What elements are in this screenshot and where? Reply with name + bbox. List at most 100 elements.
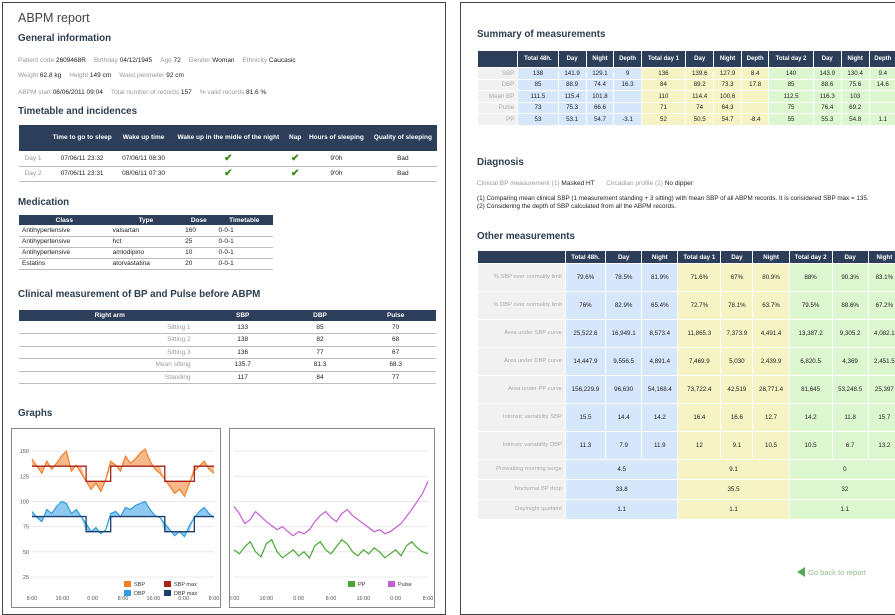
summary-header: Total day 2 [768,50,814,68]
summary-row: PP 53 53.1 54.7 -3.1 52 50.5 54.7 -8.4 55 55.3 54.8… [476,113,895,126]
info-value: Woman [212,57,235,64]
right-report-panel: Summary of measurements Total 48h. Day Nig… [460,2,895,615]
summary-cell: 110 [640,90,687,103]
summary-cell: 141.9 [557,67,587,80]
bp-chart-svg: 1501251007550258:00 16:00 0:00 8:00 16:00 0:0… [20,448,219,602]
medication-cell: 0-0-1 [215,258,273,270]
other-merged-cell: 4.5 [564,459,679,480]
summary-cell: 17.8 [741,78,770,91]
legend-label: SBP max [174,582,197,588]
other-cell: 67% [720,263,754,292]
other-header: Night [752,250,790,264]
other-cell: 2,451.5 [867,347,895,376]
other-row-label: Area under SBP curve [477,319,566,348]
legend-label: DBP max [174,591,197,597]
back-to-report-button[interactable]: Go back to report [797,565,895,579]
timetable-header: Hours of sleeping [304,125,369,151]
sleep-time: 07/06/11 23:31 [47,166,117,182]
summary-cell: 130.4 [840,67,870,80]
summary-cell: 112.5 [768,90,814,103]
other-cell: 13,387.2 [788,319,833,348]
wake-time: 07/06/11 08:30 [116,151,171,167]
diagnosis-notes: (1) Comparing mean clinical SBP (1 measu… [477,195,872,210]
summary-cell: -3.1 [613,113,642,126]
clinical-cell: 133 [200,321,285,334]
summary-row: Mean BP 111.5 115.4 101.8 110 114.4 100.6 112.5… [476,90,895,103]
summary-cell: 54.8 [840,113,870,126]
legend-swatch [124,590,131,596]
general-info-row-1: Patient code 2609468R Birthday 04/12/1945… [18,57,296,64]
sleep-quality: Bad [368,151,437,167]
legend-swatch [388,581,395,587]
other-cell: 80.9% [752,263,790,292]
timetable-heading: Timetable and incidences [18,106,138,117]
info-label: Gender [188,57,213,64]
series-line [32,465,214,482]
medication-cell: Antihypertensive [19,247,110,259]
other-header: Day [605,250,643,264]
info-value: 149 cm [89,72,112,79]
other-cell: 13.2 [867,431,895,460]
summary-cell: 116.3 [812,90,842,103]
other-cell: 72.7% [677,291,722,320]
x-tick-label: 8:00 [423,596,434,602]
hours-sleeping: 9'0h [304,166,369,182]
summary-cell: 73.3 [713,78,743,91]
hours-sleeping: 9'0h [304,151,369,167]
info-label: Patient code [18,57,56,64]
summary-cell: 53.1 [557,113,587,126]
other-cell: 4,491.4 [752,319,790,348]
summary-cell: 115.4 [557,90,587,103]
clinical-header: DBP [284,310,356,321]
other-measurements-heading: Other measurements [477,231,576,242]
circadian-value: No dipper [664,180,693,187]
info-value: 157 [180,89,192,96]
other-row-label: % SBP over normality limit [477,263,566,292]
info-label: Age [160,57,174,64]
info-value: 72 [173,57,181,64]
summary-cell: 9.4 [868,67,895,80]
clinical-cell: 68.3 [355,358,436,372]
info-label: Ethnicity [242,57,269,64]
other-cell: 14.2 [788,403,833,432]
other-cell: 25,522.6 [564,319,607,348]
clinical-header: Pulse [355,310,436,321]
clinical-cell: 82 [284,333,356,347]
clinical-bp-value: Masked HT [561,180,595,187]
summary-cell: 16.3 [613,78,642,91]
medication-cell: 20 [182,258,216,270]
x-tick-label: 16:00 [356,596,370,602]
clinical-cell: 138 [200,333,285,347]
series-line [233,538,429,559]
summary-header: Total day 1 [640,50,687,68]
summary-row-label: Mean BP [476,90,519,103]
clinical-cell: 70 [355,321,436,334]
other-cell: 73,722.4 [677,375,722,404]
medication-cell: 0-0-1 [215,236,273,248]
clinical-row-label: Sitting 2 [19,333,201,347]
x-tick-label: 8:00 [27,596,38,602]
summary-cell [741,90,770,103]
info-label: Height [69,72,90,79]
summary-cell [613,101,642,114]
other-cell: 16.6 [720,403,754,432]
pulse-chart: 8:00 16:00 0:00 8:00 16:00 0:00 8:00 PP Pulse [229,428,435,608]
clinical-cell: 117 [200,371,285,384]
other-cell: 67.2% [867,291,895,320]
summary-cell: 143.9 [812,67,842,80]
summary-header: Day [685,50,715,68]
info-value: 04/12/1945 [119,57,153,64]
other-cell: 63.7% [752,291,790,320]
summary-cell: 73 [517,101,559,114]
diagnosis-note-1: (1) Comparing mean clinical SBP (1 measu… [477,195,869,202]
other-header: Total day 2 [788,250,833,264]
info-value: 62.8 kg [39,72,62,79]
other-cell: 82.9% [605,291,643,320]
other-cell: 10.5 [752,431,790,460]
clinical-cell: 67 [355,346,436,359]
other-cell: 4,369 [831,347,869,376]
summary-cell: 127.9 [713,67,743,80]
other-row-label: Prewaking morning surge [477,459,566,480]
medication-header: Type [109,215,183,225]
clinical-header: SBP [200,310,285,321]
